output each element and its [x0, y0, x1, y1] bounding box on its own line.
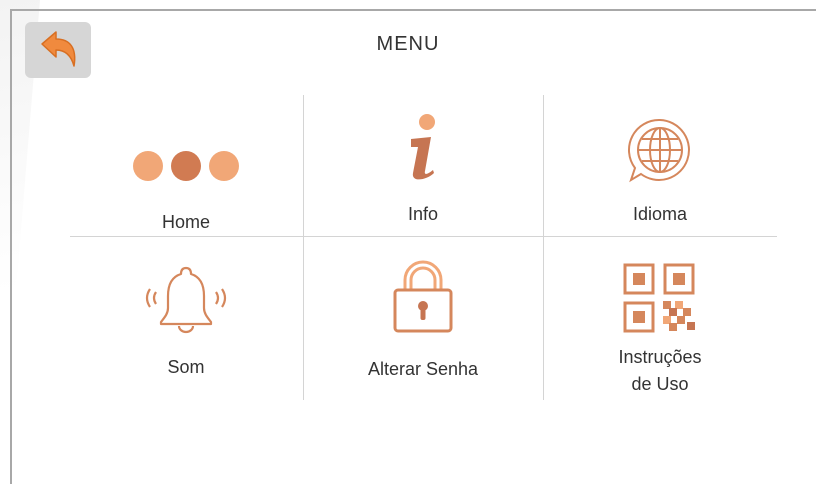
page-title: MENU	[376, 33, 440, 55]
globe-chat-icon	[628, 118, 690, 183]
menu-item-idioma[interactable]: Idioma	[542, 95, 778, 228]
qr-code-icon	[623, 263, 695, 333]
menu-item-alterar-senha[interactable]: Alterar Senha	[305, 246, 541, 383]
menu-item-info[interactable]: Info	[305, 95, 541, 228]
menu-item-label: Idioma	[632, 204, 688, 224]
menu-item-label: Alterar Senha	[367, 359, 479, 379]
bell-ringing-icon	[145, 266, 227, 334]
menu-item-home[interactable]: Home	[68, 95, 304, 236]
menu-item-label: Home	[161, 212, 210, 232]
lock-icon	[393, 260, 453, 333]
menu-item-instrucoes-de-uso[interactable]: Instruções de Uso	[542, 246, 778, 398]
menu-item-som[interactable]: Som	[68, 246, 304, 381]
info-icon	[411, 114, 435, 180]
menu-item-label: Info	[407, 204, 439, 224]
menu-item-label: Som	[167, 357, 205, 377]
three-dots-icon	[133, 151, 239, 181]
menu-item-label: Instruções de Uso	[618, 347, 702, 394]
grid-divider-horizontal	[70, 236, 777, 237]
